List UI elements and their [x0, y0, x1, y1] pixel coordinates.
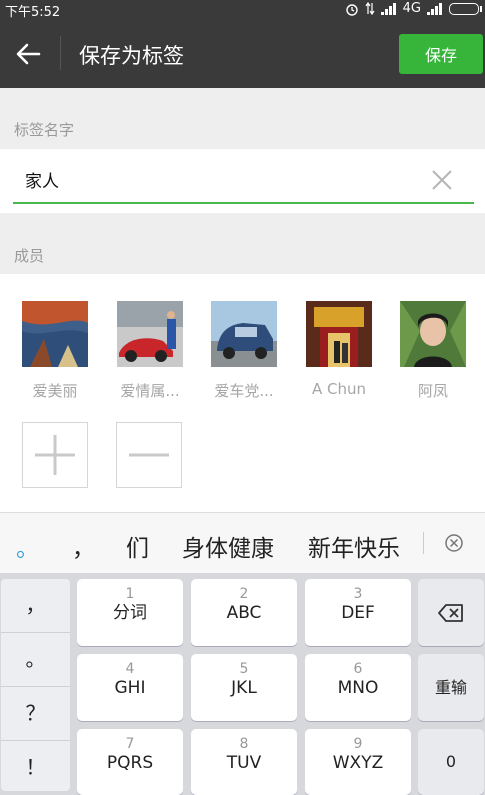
- tag-name-row: [0, 149, 485, 213]
- keyboard: ， 。 ？ ！ 1 分词 2 ABC 3 DEF 4 GHI 5 JKL 6 MNO 重输 …: [0, 573, 485, 795]
- key-number: 8: [239, 736, 249, 752]
- members-panel: 爱美丽 爱情属... 爱车党... A Chun 阿凤: [0, 274, 485, 512]
- input-underline: [13, 202, 474, 204]
- key-9[interactable]: 9 WXYZ: [305, 729, 411, 795]
- candidate-item[interactable]: 新年快乐: [308, 529, 400, 563]
- member-item[interactable]: 爱美丽: [20, 301, 90, 401]
- ime-candidate-bar: 。 ， 们 身体健康 新年快乐: [0, 512, 485, 573]
- member-name: 阿凤: [417, 382, 448, 400]
- member-avatar: [400, 301, 466, 367]
- member-item[interactable]: 阿凤: [398, 301, 468, 401]
- signal-icon: [380, 2, 397, 15]
- member-avatar: [211, 301, 277, 367]
- collapse-candidates-icon[interactable]: [444, 533, 464, 553]
- key-letters: JKL: [231, 678, 257, 698]
- punct-key[interactable]: ！: [1, 741, 70, 794]
- plus-icon: [35, 435, 75, 475]
- member-item[interactable]: 爱车党...: [209, 301, 279, 401]
- key-4[interactable]: 4 GHI: [77, 654, 183, 721]
- alarm-icon: [345, 3, 358, 16]
- candidate-item[interactable]: 身体健康: [182, 529, 274, 563]
- battery-icon: [449, 2, 482, 15]
- key-number: 9: [353, 736, 363, 752]
- status-bar: 下午5:52 4G: [0, 0, 485, 20]
- punct-key[interactable]: 。: [1, 633, 70, 687]
- key-number: 3: [353, 586, 363, 602]
- backspace-key[interactable]: [418, 579, 484, 646]
- remove-member-button[interactable]: [116, 422, 182, 488]
- key-letters: WXYZ: [332, 753, 384, 773]
- key-number: 1: [125, 586, 135, 602]
- member-name: 爱美丽: [32, 382, 78, 400]
- tag-name-input[interactable]: [25, 169, 415, 189]
- add-member-button[interactable]: [22, 422, 88, 488]
- candidate-item[interactable]: ，: [72, 529, 95, 563]
- key-6[interactable]: 6 MNO: [305, 654, 411, 721]
- key-number: 6: [353, 661, 363, 677]
- key-letters: TUV: [226, 753, 262, 773]
- key-letters: 分词: [113, 603, 147, 623]
- member-avatar: [117, 301, 183, 367]
- key-8[interactable]: 8 TUV: [191, 729, 297, 795]
- members-label: 成员: [14, 247, 45, 265]
- member-avatar: [22, 301, 88, 367]
- signal-icon-2: [427, 2, 443, 15]
- header-divider: [60, 36, 61, 70]
- network-type: 4G: [402, 1, 421, 16]
- key-1[interactable]: 1 分词: [77, 579, 183, 646]
- app-bar: 保存为标签 保存: [0, 18, 485, 88]
- key-number: 4: [125, 661, 135, 677]
- backspace-icon: [438, 604, 463, 622]
- data-arrows-icon: [365, 2, 375, 15]
- candidate-divider: [423, 532, 424, 554]
- key-3[interactable]: 3 DEF: [305, 579, 411, 646]
- key-number: 2: [239, 586, 249, 602]
- key-letters: MNO: [337, 678, 379, 698]
- key-number: 7: [125, 736, 135, 752]
- punct-key[interactable]: ，: [1, 579, 70, 633]
- candidate-item[interactable]: 。: [16, 529, 39, 563]
- clear-icon[interactable]: [432, 170, 452, 190]
- key-5[interactable]: 5 JKL: [191, 654, 297, 721]
- tag-name-label: 标签名字: [14, 121, 75, 139]
- key-2[interactable]: 2 ABC: [191, 579, 297, 646]
- zero-key[interactable]: 0: [418, 729, 484, 795]
- member-avatar: [306, 301, 372, 367]
- candidate-item[interactable]: 们: [126, 529, 149, 563]
- member-name: 爱车党...: [214, 382, 274, 400]
- key-letters: PQRS: [106, 753, 154, 773]
- back-arrow-icon[interactable]: [14, 40, 42, 68]
- member-item[interactable]: 爱情属...: [115, 301, 185, 401]
- retype-key[interactable]: 重输: [418, 654, 484, 721]
- key-letters: DEF: [341, 603, 375, 623]
- punctuation-column: ， 。 ？ ！: [1, 579, 70, 791]
- key-letters: ABC: [226, 603, 262, 623]
- member-name: 爱情属...: [120, 382, 180, 400]
- punct-key[interactable]: ？: [1, 687, 70, 741]
- key-number: 5: [239, 661, 249, 677]
- minus-icon: [129, 453, 169, 457]
- key-letters: GHI: [114, 678, 146, 698]
- member-item[interactable]: A Chun: [304, 301, 374, 398]
- member-name: A Chun: [311, 380, 367, 398]
- key-7[interactable]: 7 PQRS: [77, 729, 183, 795]
- page-title: 保存为标签: [79, 44, 184, 68]
- save-button[interactable]: 保存: [399, 34, 483, 74]
